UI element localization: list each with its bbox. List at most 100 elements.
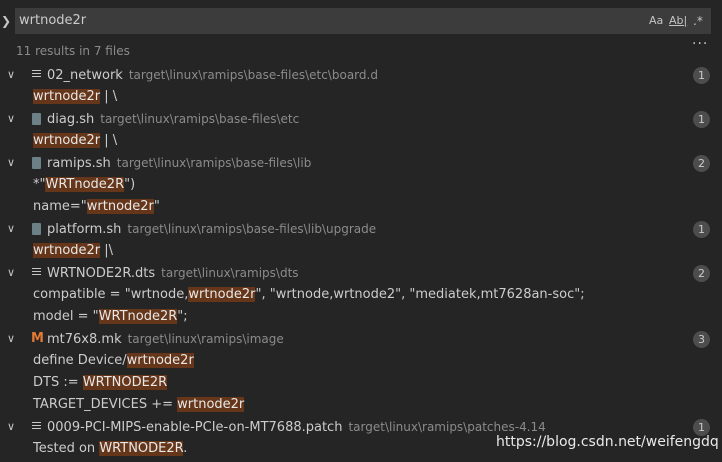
match-text: Tested on WRTNODE2R. [33,441,187,457]
summary-row: 11 results in 7 files ··· [0,36,722,62]
file-name: mt76x8.mk [47,332,122,347]
file-label: 02_network target\linux\ramips\base-files… [47,67,378,84]
match-row[interactable]: wrtnode2r | \ [0,130,722,152]
search-box[interactable]: Aa Ab| .* [15,8,711,34]
search-row: ❯ Aa Ab| .* [0,8,722,34]
shell-file-icon [31,156,43,170]
match-text: wrtnode2r | \ [33,133,117,149]
match-before-text: name=" [33,199,87,214]
chevron-down-icon[interactable]: ∨ [7,331,19,347]
file-label: ramips.sh target\linux\ramips\base-files\… [47,155,311,172]
chevron-down-icon[interactable]: ∨ [7,155,19,171]
match-row[interactable]: define Device/wrtnode2r [0,350,722,372]
match-text: TARGET_DEVICES += wrtnode2r [33,397,245,413]
file-name: WRTNODE2R.dts [47,266,156,281]
chevron-down-icon[interactable]: ∨ [7,265,19,281]
file-name: diag.sh [47,112,95,127]
match-text: wrtnode2r | \ [33,89,117,105]
results-tree: ∨ 02_network target\linux\ramips\base-file… [0,64,722,460]
file-result-row[interactable]: ∨ Mmt76x8.mk target\linux\ramips\image 3 [0,328,722,350]
match-highlight: wrtnode2r [86,199,154,214]
chevron-down-icon[interactable]: ∨ [7,67,19,83]
file-result-row[interactable]: ∨ WRTNODE2R.dts target\linux\ramips\dts 2 [0,262,722,284]
match-row[interactable]: *"WRTnode2R") [0,174,722,196]
match-row[interactable]: DTS := WRTNODE2R [0,372,722,394]
file-name: 02_network [47,68,123,83]
match-before-text: model = " [33,309,99,324]
match-highlight: WRTnode2R [45,177,125,192]
match-text: model = "WRTnode2R"; [33,309,188,325]
match-after-text: ", "wrtnode,wrtnode2", "mediatek,mt7628a… [255,287,585,302]
match-highlight: WRTNODE2R [99,441,184,456]
file-label: 0009-PCI-MIPS-enable-PCIe-on-MT7688.patc… [47,419,546,436]
match-count-badge: 3 [693,331,710,348]
match-highlight: wrtnode2r [177,397,245,412]
watermark-text: https://blog.csdn.net/weifengdq [496,434,719,450]
shell-file-icon [31,112,43,126]
results-summary: 11 results in 7 files [16,44,130,58]
match-after-text: ") [124,177,136,192]
match-count-badge: 1 [693,67,710,84]
match-row[interactable]: name="wrtnode2r" [0,196,722,218]
match-text: define Device/wrtnode2r [33,353,194,369]
match-highlight: WRTNODE2R [82,375,168,390]
match-highlight: wrtnode2r [33,133,101,148]
file-label: diag.sh target\linux\ramips\base-files\et… [47,111,299,128]
match-highlight: wrtnode2r [33,243,101,258]
chevron-down-icon[interactable]: ∨ [7,419,19,435]
lines-file-icon [31,266,43,280]
chevron-down-icon[interactable]: ∨ [7,111,19,127]
file-path: target\linux\ramips\base-files\lib [116,156,312,170]
match-text: DTS := WRTNODE2R [33,375,168,391]
file-result-row[interactable]: ∨ platform.sh target\linux\ramips\base-fil… [0,218,722,240]
match-before-text: DTS := [33,375,83,390]
file-label: WRTNODE2R.dts target\linux\ramips\dts [47,265,299,282]
file-name: ramips.sh [47,156,111,171]
more-actions-icon[interactable]: ··· [692,36,708,52]
file-path: target\linux\ramips\base-files\etc\board… [128,68,378,82]
match-before-text: define Device/ [33,353,127,368]
match-row[interactable]: compatible = "wrtnode,wrtnode2r", "wrtno… [0,284,722,306]
file-result-row[interactable]: ∨ diag.sh target\linux\ramips\base-files\e… [0,108,722,130]
lines-file-icon [31,420,43,434]
file-path: target\linux\ramips\image [127,332,284,346]
match-row[interactable]: wrtnode2r |\ [0,240,722,262]
file-name: 0009-PCI-MIPS-enable-PCIe-on-MT7688.patc… [47,420,343,435]
file-name: platform.sh [47,222,122,237]
match-before-text: compatible = "wrtnode, [33,287,189,302]
match-before-text: Tested on [33,441,100,456]
match-highlight: wrtnode2r [126,353,194,368]
file-label: mt76x8.mk target\linux\ramips\image [47,331,284,348]
match-after-text: " [153,199,160,214]
match-row[interactable]: model = "WRTnode2R"; [0,306,722,328]
search-input[interactable] [19,8,639,34]
file-path: target\linux\ramips\patches-4.14 [348,420,546,434]
lines-file-icon [31,68,43,82]
match-highlight: wrtnode2r [33,89,101,104]
match-row[interactable]: wrtnode2r | \ [0,86,722,108]
match-after-text: | \ [100,89,118,104]
match-count-badge: 2 [693,155,710,172]
match-count-badge: 1 [693,221,710,238]
match-after-text: . [183,441,188,456]
match-text: compatible = "wrtnode,wrtnode2r", "wrtno… [33,287,585,303]
match-text: wrtnode2r |\ [33,243,113,259]
file-result-row[interactable]: ∨ ramips.sh target\linux\ramips\base-files… [0,152,722,174]
file-path: target\linux\ramips\dts [161,266,299,280]
use-regex-icon[interactable]: .* [693,13,703,29]
match-count-badge: 2 [693,265,710,282]
match-after-text: "; [177,309,188,324]
makefile-icon: M [31,331,44,346]
match-whole-word-icon[interactable]: Ab| [669,13,687,29]
match-text: *"WRTnode2R") [33,177,135,193]
match-text: name="wrtnode2r" [33,199,160,215]
file-path: target\linux\ramips\base-files\etc [100,112,300,126]
chevron-down-icon[interactable]: ∨ [7,221,19,237]
match-after-text: | \ [100,133,118,148]
file-path: target\linux\ramips\base-files\lib\upgra… [127,222,377,236]
match-after-text: |\ [100,243,114,258]
file-result-row[interactable]: ∨ 02_network target\linux\ramips\base-file… [0,64,722,86]
match-case-icon[interactable]: Aa [649,13,663,29]
match-row[interactable]: TARGET_DEVICES += wrtnode2r [0,394,722,416]
toggle-replace-chevron-icon[interactable]: ❯ [0,8,12,34]
